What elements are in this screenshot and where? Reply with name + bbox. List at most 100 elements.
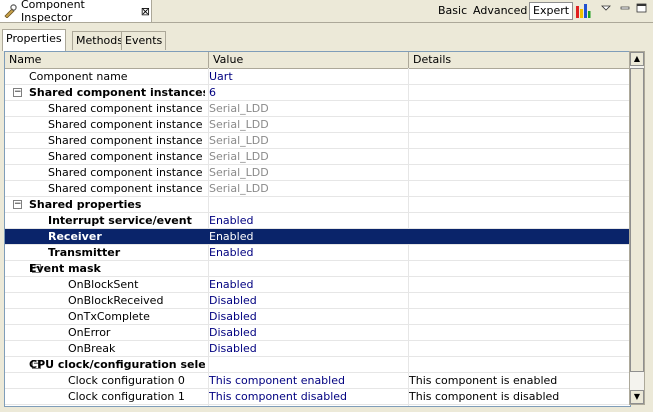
tab-properties[interactable]: Properties: [2, 29, 66, 51]
scroll-thumb[interactable]: [630, 68, 644, 372]
property-value[interactable]: Enabled: [209, 245, 405, 260]
view-menu-icon[interactable]: [601, 3, 611, 16]
property-value[interactable]: Disabled: [209, 341, 405, 356]
property-details: This component is disabled: [409, 390, 560, 403]
property-value[interactable]: This component enabled: [209, 373, 405, 388]
table-row[interactable]: − Shared component instances 6: [5, 85, 630, 101]
view-titlebar: Component Inspector ⊠ Basic Advanced Exp…: [0, 0, 653, 24]
maximize-icon[interactable]: [636, 3, 647, 16]
table-row[interactable]: Shared component instance 0 Serial_LDD: [5, 101, 630, 117]
property-value[interactable]: Serial_LDD: [209, 133, 405, 148]
mode-advanced-button[interactable]: Advanced: [473, 3, 527, 19]
property-name: Receiver: [48, 230, 102, 243]
property-details: [409, 277, 629, 292]
vertical-scrollbar[interactable]: ▲ ▼: [629, 51, 645, 405]
property-name: OnBlockSent: [68, 278, 139, 291]
collapse-icon[interactable]: −: [13, 200, 22, 209]
property-value[interactable]: Disabled: [209, 293, 405, 308]
table-row[interactable]: OnBreak Disabled: [5, 341, 630, 357]
property-value[interactable]: Enabled: [209, 229, 405, 244]
property-value[interactable]: [209, 357, 405, 372]
minimize-icon[interactable]: [620, 3, 630, 16]
property-name: Clock configuration 1: [68, 390, 185, 403]
property-details: [409, 101, 629, 116]
table-row[interactable]: OnTxComplete Disabled: [5, 309, 630, 325]
property-details: [409, 245, 629, 260]
grid-header: Name Value Details: [5, 52, 630, 69]
property-name: Interrupt service/event: [48, 214, 192, 227]
property-name: OnBreak: [68, 342, 116, 355]
property-details: [409, 117, 629, 132]
property-details: [409, 261, 629, 276]
close-icon[interactable]: ⊠: [140, 5, 151, 18]
column-header-value[interactable]: Value: [209, 52, 409, 68]
table-row[interactable]: Receiver Enabled: [5, 229, 630, 245]
collapse-icon[interactable]: −: [13, 88, 22, 97]
table-row[interactable]: Shared component instance 4 Serial_LDD: [5, 165, 630, 181]
property-value[interactable]: Uart: [209, 69, 405, 84]
table-row[interactable]: Clock configuration 1 This component disa…: [5, 389, 630, 405]
mode-expert-button[interactable]: Expert: [529, 2, 574, 20]
inspector-icon: [3, 4, 17, 19]
table-row[interactable]: OnBlockSent Enabled: [5, 277, 630, 293]
table-row[interactable]: OnBlockReceived Disabled: [5, 293, 630, 309]
inspector-tabs: Properties Methods Events: [0, 28, 653, 51]
property-value[interactable]: Serial_LDD: [209, 181, 405, 196]
scroll-down-icon[interactable]: ▼: [630, 390, 644, 404]
property-value[interactable]: Enabled: [209, 213, 405, 228]
property-details: [409, 165, 629, 180]
property-name: OnTxComplete: [68, 310, 150, 323]
mode-basic-button[interactable]: Basic: [438, 3, 467, 19]
property-value[interactable]: Serial_LDD: [209, 149, 405, 164]
property-details: [409, 69, 629, 84]
property-details: [409, 357, 629, 372]
property-name: OnBlockReceived: [68, 294, 164, 307]
table-row[interactable]: Interrupt service/event Enabled: [5, 213, 630, 229]
property-value[interactable]: Serial_LDD: [209, 165, 405, 180]
table-row[interactable]: Shared component instance 1 Serial_LDD: [5, 117, 630, 133]
table-row[interactable]: Transmitter Enabled: [5, 245, 630, 261]
property-details: [409, 309, 629, 324]
property-value[interactable]: Serial_LDD: [209, 117, 405, 132]
table-row[interactable]: − Event mask: [5, 261, 630, 277]
table-row[interactable]: OnError Disabled: [5, 325, 630, 341]
property-value[interactable]: Enabled: [209, 277, 405, 292]
table-row[interactable]: Shared component instance 3 Serial_LDD: [5, 149, 630, 165]
property-name: Component name: [29, 70, 128, 83]
property-details: [409, 213, 629, 228]
table-row[interactable]: − Shared properties: [5, 197, 630, 213]
property-value[interactable]: [209, 197, 405, 212]
property-value[interactable]: Serial_LDD: [209, 101, 405, 116]
component-inspector-tab[interactable]: Component Inspector ⊠: [0, 0, 152, 24]
property-value[interactable]: This component disabled: [209, 389, 405, 404]
property-name: Shared component instance 0: [48, 102, 205, 115]
property-name: Shared component instance 4: [48, 166, 205, 179]
tab-methods[interactable]: Methods: [72, 31, 127, 50]
table-row[interactable]: − CPU clock/configuration sele: [5, 357, 630, 373]
property-details: [409, 133, 629, 148]
property-details: [409, 229, 629, 244]
table-row[interactable]: Component name Uart: [5, 69, 630, 85]
property-details: [409, 325, 629, 340]
property-details: [409, 197, 629, 212]
property-name: Transmitter: [48, 246, 121, 259]
scroll-up-icon[interactable]: ▲: [630, 52, 644, 66]
property-value[interactable]: Disabled: [209, 325, 405, 340]
table-row[interactable]: Shared component instance 5 Serial_LDD: [5, 181, 630, 197]
property-details: [409, 293, 629, 308]
property-details: [409, 85, 629, 100]
property-value[interactable]: [209, 261, 405, 276]
chart-icon[interactable]: [575, 3, 591, 22]
property-value[interactable]: 6: [209, 85, 405, 100]
tab-events[interactable]: Events: [121, 31, 167, 50]
property-name: OnError: [68, 326, 111, 339]
table-row[interactable]: Clock configuration 0 This component enab…: [5, 373, 630, 389]
property-name: Shared component instance 1: [48, 118, 205, 131]
property-name: CPU clock/configuration sele: [29, 358, 205, 371]
property-value[interactable]: Disabled: [209, 309, 405, 324]
property-name: Event mask: [29, 262, 101, 275]
property-name: Shared component instance 2: [48, 134, 205, 147]
table-row[interactable]: Shared component instance 2 Serial_LDD: [5, 133, 630, 149]
column-header-name[interactable]: Name: [5, 52, 209, 68]
column-header-details[interactable]: Details: [409, 52, 630, 68]
